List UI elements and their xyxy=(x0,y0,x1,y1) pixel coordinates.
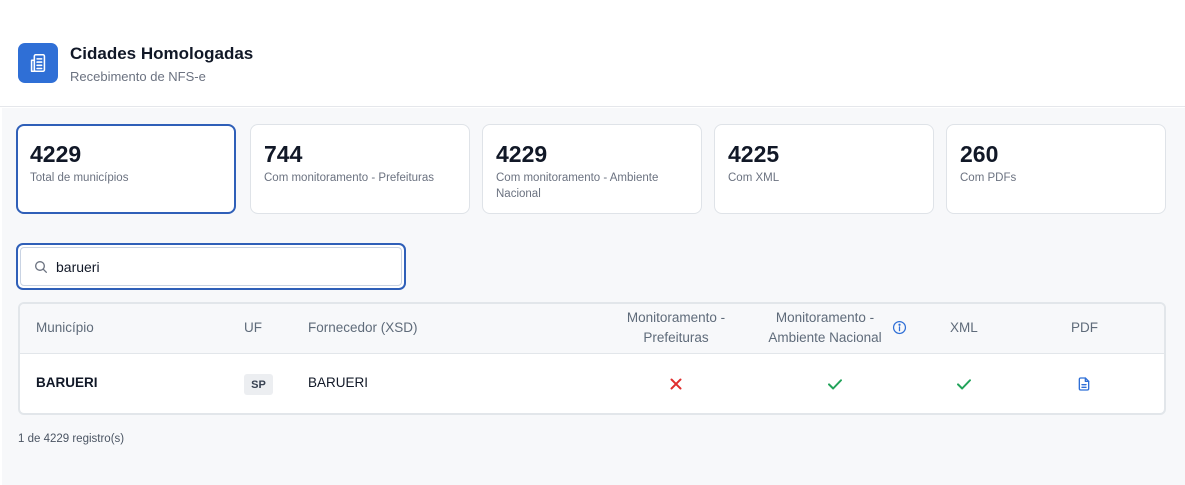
check-icon xyxy=(957,379,971,390)
stat-value: 260 xyxy=(960,141,999,167)
stat-label: Com monitoramento - Prefeituras xyxy=(264,172,435,184)
stat-card-com-xml[interactable]: 4225 Com XML xyxy=(714,124,934,214)
column-header-monitoramento-prefeituras[interactable]: Monitoramento - Prefeituras xyxy=(606,308,746,348)
stat-label: Total de municípios xyxy=(30,172,129,184)
stat-value: 4229 xyxy=(30,141,82,167)
column-header-line: Prefeituras xyxy=(643,330,709,345)
check-icon xyxy=(828,379,842,390)
stat-value: 4229 xyxy=(496,141,548,167)
document-icon[interactable] xyxy=(1076,376,1092,392)
search-icon xyxy=(35,261,47,273)
stat-card-total-municipios[interactable]: 4229 Total de municípios xyxy=(16,124,236,214)
page-header: Cidades Homologadas Recebimento de NFS-e xyxy=(0,0,1185,107)
stat-card-com-pdfs[interactable]: 260 Com PDFs xyxy=(946,124,1166,214)
column-header-uf[interactable]: UF xyxy=(244,318,262,338)
page-subtitle: Recebimento de NFS-e xyxy=(70,69,206,84)
record-count: 1 de 4229 registro(s) xyxy=(18,433,125,445)
uf-badge: SP xyxy=(244,374,273,395)
stat-label: Com XML xyxy=(728,172,780,184)
search-box[interactable] xyxy=(16,243,406,290)
column-header-fornecedor[interactable]: Fornecedor (XSD) xyxy=(308,318,418,338)
stat-card-monitoramento-prefeituras[interactable]: 744 Com monitoramento - Prefeituras xyxy=(250,124,470,214)
stat-value: 744 xyxy=(264,141,303,167)
column-header-municipio[interactable]: Município xyxy=(36,318,94,338)
column-header-monitoramento-ambiente-nacional[interactable]: Monitoramento - Ambiente Nacional xyxy=(755,308,895,348)
x-icon xyxy=(670,378,682,390)
building-document-icon xyxy=(18,43,58,83)
stat-label: Com monitoramento - Ambiente Nacional xyxy=(496,172,659,200)
stat-card-monitoramento-ambiente-nacional[interactable]: 4229 Com monitoramento - Ambiente Nacion… xyxy=(482,124,702,214)
stat-label: Com PDFs xyxy=(960,172,1017,184)
stat-value: 4225 xyxy=(728,141,780,167)
table-row[interactable]: BARUERI SP BARUERI xyxy=(20,354,1164,413)
main-content: 4229 Total de municípios 744 Com monitor… xyxy=(2,108,1185,485)
cell-municipio: BARUERI xyxy=(36,375,98,390)
column-header-line: Monitoramento - xyxy=(775,310,875,325)
search-input[interactable] xyxy=(56,254,376,280)
table-header: Município UF Fornecedor (XSD) Monitorame… xyxy=(20,304,1164,354)
column-header-line: Monitoramento - xyxy=(626,310,726,325)
cities-table: Município UF Fornecedor (XSD) Monitorame… xyxy=(18,302,1166,415)
page-title: Cidades Homologadas xyxy=(70,44,254,63)
column-header-line: Ambiente Nacional xyxy=(768,330,882,345)
info-icon[interactable] xyxy=(892,320,907,335)
column-header-xml[interactable]: XML xyxy=(950,318,978,338)
cell-fornecedor: BARUERI xyxy=(308,375,369,390)
column-header-pdf[interactable]: PDF xyxy=(1071,318,1098,338)
